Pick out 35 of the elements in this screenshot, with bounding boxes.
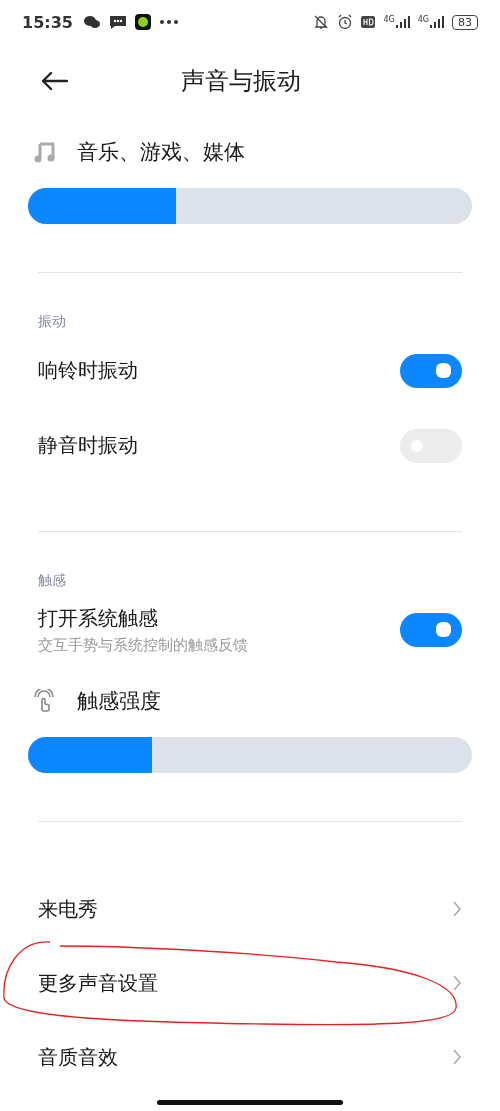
battery-indicator: 83 xyxy=(452,14,478,30)
network-type-label: 4G xyxy=(417,16,429,24)
setting-label: 响铃时振动 xyxy=(38,357,138,384)
back-arrow-icon xyxy=(40,71,68,91)
section-header: 触感 xyxy=(37,571,67,590)
toggle-switch[interactable] xyxy=(400,612,462,647)
hd-icon xyxy=(361,16,376,28)
settings-link[interactable]: 来电秀 xyxy=(0,872,500,946)
signal-icon xyxy=(395,16,410,28)
setting-description: 交互手势与系统控制的触感反馈 xyxy=(38,635,248,655)
chevron-right-icon xyxy=(452,901,462,917)
signal-icon xyxy=(430,16,444,28)
settings-link[interactable]: 音质音效 xyxy=(0,1020,500,1094)
slider-label: 音乐、游戏、媒体 xyxy=(77,139,245,166)
setting-label: 打开系统触感 xyxy=(38,604,159,632)
slider-track[interactable] xyxy=(28,188,472,224)
app-icon xyxy=(134,14,151,30)
message-icon xyxy=(108,14,127,30)
settings-link[interactable]: 更多声音设置 xyxy=(0,946,500,1020)
slider-label: 触感强度 xyxy=(77,688,161,715)
section-header: 振动 xyxy=(37,312,67,331)
slider-track[interactable] xyxy=(28,737,472,773)
touch-hand-icon xyxy=(32,689,56,713)
status-time: 15:35 xyxy=(22,12,73,32)
alarm-icon xyxy=(337,14,354,30)
chat-icon xyxy=(82,14,101,30)
network-type-label: 4G xyxy=(383,16,395,24)
setting-label: 静音时振动 xyxy=(38,432,138,459)
toggle-switch[interactable] xyxy=(400,353,462,388)
chevron-right-icon xyxy=(452,975,462,991)
chevron-right-icon xyxy=(452,1049,462,1065)
more-icon xyxy=(158,19,179,25)
bell-muted-icon xyxy=(313,14,330,30)
page-title: 声音与振动 xyxy=(181,66,301,97)
music-note-icon xyxy=(32,140,56,164)
